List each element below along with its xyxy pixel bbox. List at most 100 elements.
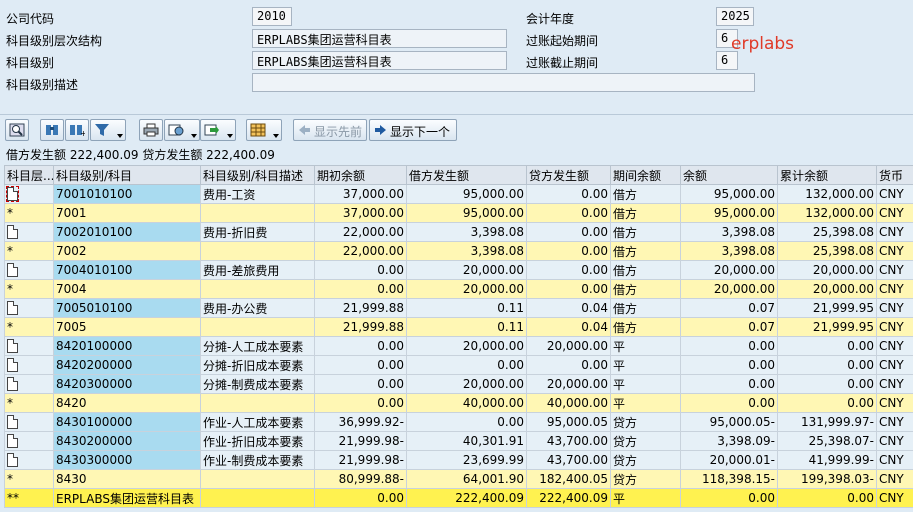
cell-level[interactable]: * xyxy=(4,469,54,489)
col-header-debit[interactable]: 借方发生额 xyxy=(406,165,527,185)
cell-account[interactable]: 7002010100 xyxy=(53,222,201,242)
subtotal-row[interactable]: * 8420 0.00 40,000.00 40,000.00 平 0.00 0.00 CNY xyxy=(4,393,913,413)
cell-period-balance[interactable]: 贷方 xyxy=(610,412,681,432)
cell-cumulative[interactable]: 41,999.99- xyxy=(777,450,877,470)
cell-level[interactable] xyxy=(4,298,54,318)
cell-period-balance[interactable]: 平 xyxy=(610,355,681,375)
cell-period-balance[interactable]: 借方 xyxy=(610,260,681,280)
cell-currency[interactable]: CNY xyxy=(876,336,913,356)
cell-period-balance[interactable]: 借方 xyxy=(610,279,681,299)
cell-opening[interactable]: 21,999.98- xyxy=(314,431,407,451)
cell-currency[interactable]: CNY xyxy=(876,431,913,451)
cell-currency[interactable]: CNY xyxy=(876,222,913,242)
cell-credit[interactable]: 222,400.09 xyxy=(526,488,611,508)
export-button[interactable] xyxy=(200,119,236,141)
cell-opening[interactable]: 0.00 xyxy=(314,260,407,280)
cell-account[interactable]: 8420200000 xyxy=(53,355,201,375)
cell-period-balance[interactable]: 借方 xyxy=(610,241,681,261)
cell-cumulative[interactable]: 20,000.00 xyxy=(777,260,877,280)
cell-credit[interactable]: 95,000.05 xyxy=(526,412,611,432)
cell-currency[interactable]: CNY xyxy=(876,184,913,204)
cell-currency[interactable]: CNY xyxy=(876,450,913,470)
document-icon[interactable] xyxy=(7,453,18,468)
cell-debit[interactable]: 3,398.08 xyxy=(406,222,527,242)
cell-opening[interactable]: 0.00 xyxy=(314,336,407,356)
cell-description[interactable] xyxy=(200,469,315,489)
document-icon[interactable] xyxy=(7,225,18,240)
cell-opening[interactable]: 22,000.00 xyxy=(314,241,407,261)
fiscal-year-field[interactable]: 2025 xyxy=(716,7,754,26)
cell-account[interactable]: 7001010100 xyxy=(53,184,201,204)
cell-description[interactable]: 费用-差旅费用 xyxy=(200,260,315,280)
cell-level[interactable]: * xyxy=(4,393,54,413)
cell-currency[interactable]: CNY xyxy=(876,393,913,413)
cell-account[interactable]: 8420100000 xyxy=(53,336,201,356)
hierarchy-field[interactable]: ERPLABS集团运营科目表 xyxy=(252,29,507,48)
cell-cumulative[interactable]: 131,999.97- xyxy=(777,412,877,432)
cell-cumulative[interactable]: 199,398.03- xyxy=(777,469,877,489)
find-next-button[interactable]: + xyxy=(65,119,89,141)
cell-currency[interactable]: CNY xyxy=(876,355,913,375)
cell-cumulative[interactable]: 0.00 xyxy=(777,488,877,508)
document-icon[interactable] xyxy=(7,377,18,392)
cell-cumulative[interactable]: 132,000.00 xyxy=(777,184,877,204)
cell-debit[interactable]: 20,000.00 xyxy=(406,374,527,394)
cell-credit[interactable]: 182,400.05 xyxy=(526,469,611,489)
cell-description[interactable] xyxy=(200,393,315,413)
cell-debit[interactable]: 0.00 xyxy=(406,412,527,432)
cell-description[interactable] xyxy=(200,241,315,261)
cell-description[interactable]: 费用-工资 xyxy=(200,184,315,204)
cell-balance[interactable]: 20,000.00 xyxy=(680,260,778,280)
cell-description[interactable]: 作业-人工成本要素 xyxy=(200,412,315,432)
cell-debit[interactable]: 64,001.90 xyxy=(406,469,527,489)
cell-account[interactable]: 7004 xyxy=(53,279,201,299)
cell-period-balance[interactable]: 贷方 xyxy=(610,450,681,470)
cell-debit[interactable]: 3,398.08 xyxy=(406,241,527,261)
cell-credit[interactable]: 0.04 xyxy=(526,298,611,318)
cell-description[interactable] xyxy=(200,203,315,223)
find-button[interactable] xyxy=(40,119,64,141)
cell-description[interactable]: 分摊-制费成本要素 xyxy=(200,374,315,394)
cell-balance[interactable]: 0.07 xyxy=(680,317,778,337)
cell-level[interactable] xyxy=(4,336,54,356)
cell-opening[interactable]: 22,000.00 xyxy=(314,222,407,242)
cell-description[interactable] xyxy=(200,317,315,337)
table-row[interactable]: 8430300000 作业-制费成本要素 21,999.98- 23,699.99 43… xyxy=(4,450,913,470)
cell-currency[interactable]: CNY xyxy=(876,241,913,261)
col-header-balance[interactable]: 余额 xyxy=(680,165,778,185)
cell-period-balance[interactable]: 平 xyxy=(610,336,681,356)
cell-debit[interactable]: 0.11 xyxy=(406,298,527,318)
document-icon[interactable] xyxy=(7,434,18,449)
cell-balance[interactable]: 3,398.09- xyxy=(680,431,778,451)
level-field[interactable]: ERPLABS集团运营科目表 xyxy=(252,51,507,70)
cell-currency[interactable]: CNY xyxy=(876,203,913,223)
cell-period-balance[interactable]: 平 xyxy=(610,393,681,413)
cell-account[interactable]: 7004010100 xyxy=(53,260,201,280)
cell-debit[interactable]: 40,301.91 xyxy=(406,431,527,451)
cell-opening[interactable]: 37,000.00 xyxy=(314,184,407,204)
cell-description[interactable]: 作业-折旧成本要素 xyxy=(200,431,315,451)
details-button[interactable] xyxy=(5,119,29,141)
subtotal-row[interactable]: * 7005 21,999.88 0.11 0.04 借方 0.07 21,999.95 CNY xyxy=(4,317,913,337)
cell-credit[interactable]: 43,700.00 xyxy=(526,431,611,451)
document-icon[interactable] xyxy=(7,301,18,316)
cell-cumulative[interactable]: 0.00 xyxy=(777,393,877,413)
cell-currency[interactable]: CNY xyxy=(876,279,913,299)
cell-cumulative[interactable]: 21,999.95 xyxy=(777,298,877,318)
cell-balance[interactable]: 20,000.01- xyxy=(680,450,778,470)
cell-account[interactable]: 8430200000 xyxy=(53,431,201,451)
cell-balance[interactable]: 118,398.15- xyxy=(680,469,778,489)
cell-debit[interactable]: 40,000.00 xyxy=(406,393,527,413)
cell-opening[interactable]: 0.00 xyxy=(314,355,407,375)
subtotal-row[interactable]: * 7002 22,000.00 3,398.08 0.00 借方 3,398.08 25,3… xyxy=(4,241,913,261)
col-header-currency[interactable]: 货币 xyxy=(876,165,913,185)
show-previous-button[interactable]: 显示先前 xyxy=(293,119,367,141)
table-row[interactable]: 8420100000 分摊-人工成本要素 0.00 20,000.00 20,000.0… xyxy=(4,336,913,356)
cell-balance[interactable]: 3,398.08 xyxy=(680,222,778,242)
cell-period-balance[interactable]: 借方 xyxy=(610,298,681,318)
cell-currency[interactable]: CNY xyxy=(876,469,913,489)
cell-credit[interactable]: 0.00 xyxy=(526,184,611,204)
cell-balance[interactable]: 95,000.00 xyxy=(680,184,778,204)
cell-level[interactable]: * xyxy=(4,317,54,337)
cell-credit[interactable]: 43,700.00 xyxy=(526,450,611,470)
